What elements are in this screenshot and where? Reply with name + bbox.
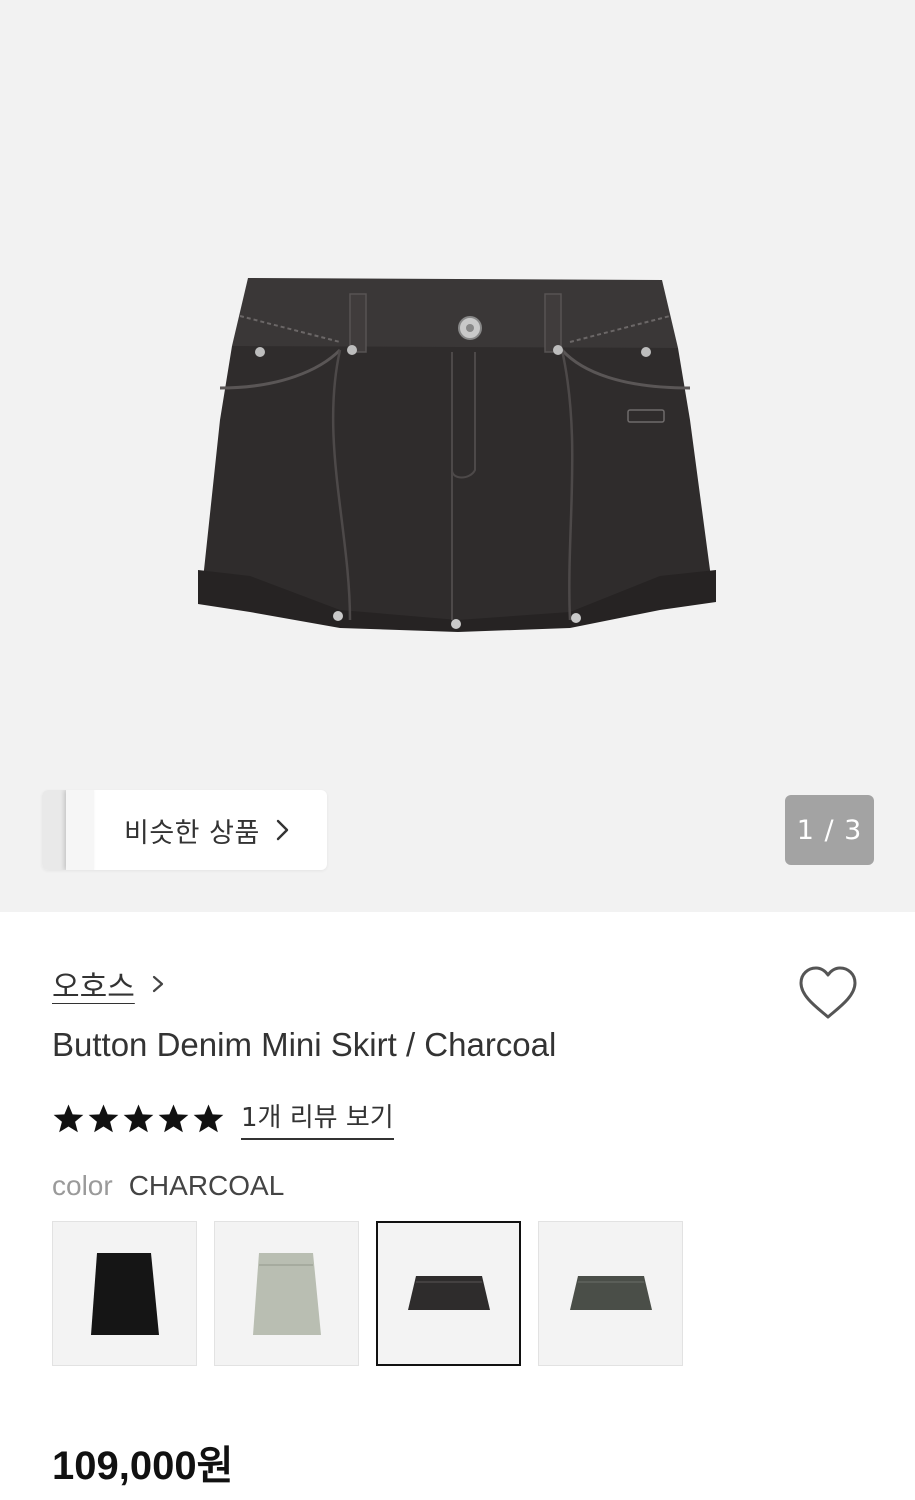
color-option-light-grey[interactable] <box>214 1221 359 1366</box>
product-title: Button Denim Mini Skirt / Charcoal <box>52 1026 557 1063</box>
color-row: color CHARCOAL <box>52 1170 284 1202</box>
product-image-gallery[interactable]: 비슷한 상품 1 / 3 <box>0 0 915 912</box>
star-icon <box>123 1104 154 1133</box>
star-icon <box>88 1104 119 1133</box>
star-icon <box>53 1104 84 1133</box>
similar-products-label: 비슷한 상품 <box>124 817 260 849</box>
heart-icon[interactable] <box>797 965 859 1021</box>
pencil-skirt-thumbnail <box>90 1252 159 1335</box>
image-page-counter: 1 / 3 <box>785 795 874 865</box>
chevron-right-icon <box>276 819 288 841</box>
similar-products-thumbnails <box>42 790 94 870</box>
color-options <box>52 1221 700 1366</box>
rating-row: 1개 리뷰 보기 <box>52 1097 394 1140</box>
star-rating <box>52 1102 227 1135</box>
product-image <box>198 278 716 632</box>
brand-link[interactable]: 오호스 <box>52 962 165 1006</box>
color-label: color <box>52 1170 113 1201</box>
review-link[interactable]: 1개 리뷰 보기 <box>241 1097 394 1140</box>
color-option-black[interactable] <box>52 1221 197 1366</box>
chevron-right-icon <box>152 975 163 993</box>
star-icon <box>158 1104 189 1133</box>
product-price: 109,000원 <box>52 1444 234 1488</box>
star-icon <box>193 1104 224 1133</box>
color-option-charcoal[interactable] <box>376 1221 521 1366</box>
brand-name: 오호스 <box>52 970 135 1005</box>
color-option-khaki[interactable] <box>538 1221 683 1366</box>
mini-skirt-thumbnail <box>569 1275 652 1310</box>
pencil-skirt-thumbnail <box>252 1252 321 1335</box>
mini-skirt-thumbnail <box>407 1275 490 1310</box>
similar-products-button[interactable]: 비슷한 상품 <box>42 790 327 870</box>
color-value: CHARCOAL <box>128 1170 285 1201</box>
